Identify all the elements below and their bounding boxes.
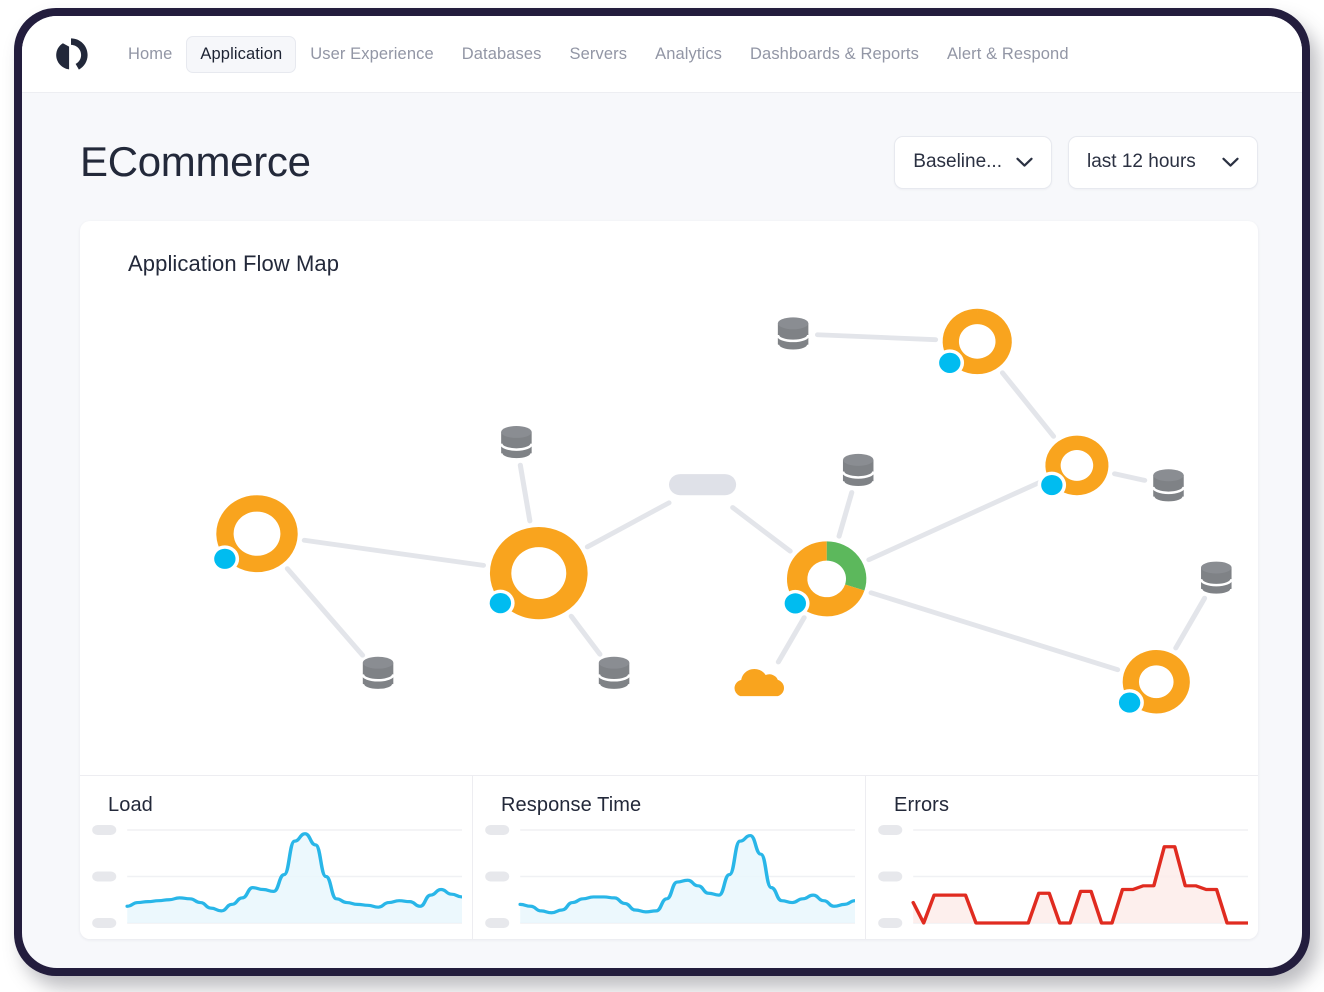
database-node-icon[interactable] — [499, 426, 533, 461]
nav-item-alert-respond[interactable]: Alert & Respond — [933, 36, 1083, 73]
database-cap — [1201, 561, 1232, 574]
metric-panel-errors: Errors — [865, 776, 1258, 939]
pill-node[interactable] — [669, 474, 737, 496]
chart-ytick-placeholder — [485, 918, 510, 928]
tier-node-health-badge-icon[interactable] — [214, 548, 236, 569]
chart-ytick-placeholder — [878, 825, 903, 835]
time-range-dropdown[interactable]: last 12 hours — [1068, 135, 1258, 189]
flow-map-link — [584, 500, 672, 550]
flow-map-graph — [210, 308, 1233, 717]
page-title: ECommerce — [80, 138, 311, 185]
tier-node-health-badge-icon[interactable] — [1041, 474, 1063, 496]
metric-panel-response-time: Response Time — [472, 776, 865, 939]
database-cap — [598, 656, 630, 669]
tier-node-segment — [825, 541, 867, 591]
flow-map-tier-node[interactable] — [1115, 650, 1190, 717]
nav-item-home[interactable]: Home — [114, 36, 186, 73]
device-screen: Home Application User Experience Databas… — [22, 16, 1302, 968]
metrics-strip: Load Response Time Errors — [80, 776, 1258, 939]
nav-item-list: Home Application User Experience Databas… — [114, 36, 1083, 73]
flow-map-link — [284, 566, 366, 658]
database-node-icon[interactable] — [1151, 469, 1186, 504]
chevron-down-icon — [1222, 157, 1239, 167]
flow-map-tier-node[interactable] — [210, 495, 298, 573]
flow-map-title: Application Flow Map — [128, 251, 340, 276]
time-range-dropdown-value: last 12 hours — [1087, 151, 1196, 172]
flow-map-link — [517, 462, 533, 524]
database-cap — [842, 453, 874, 466]
database-cap — [501, 426, 532, 438]
chevron-down-icon — [1016, 157, 1033, 167]
application-flow-map-card: Application Flow Map Load Response Time — [80, 221, 1258, 939]
flow-map-link-layer — [284, 332, 1208, 673]
appdynamics-arc-logo-icon[interactable] — [50, 34, 92, 76]
database-node-icon[interactable] — [841, 453, 875, 489]
tier-node-health-badge-icon[interactable] — [939, 352, 961, 373]
database-cap — [362, 656, 394, 669]
flow-map-tier-node[interactable] — [935, 308, 1012, 377]
tier-node-health-badge-icon[interactable] — [489, 593, 512, 614]
chart-ytick-placeholder — [485, 871, 510, 882]
page-header: ECommerce Baseline... last 12 hours — [22, 93, 1302, 203]
cloud-node-icon[interactable] — [734, 668, 784, 697]
cloud-shape — [734, 668, 784, 697]
tier-node-health-badge-icon[interactable] — [1118, 692, 1141, 713]
database-node-icon[interactable] — [776, 317, 810, 352]
metric-title-load: Load — [108, 794, 153, 816]
flow-map-link — [730, 505, 793, 554]
flow-map-link — [775, 615, 807, 665]
database-node-icon[interactable] — [597, 656, 631, 692]
flow-map-tier-node[interactable] — [1037, 435, 1109, 499]
flow-map-link — [868, 590, 1121, 673]
metric-panel-load: Load — [80, 776, 472, 939]
sparkline-response-time[interactable] — [483, 824, 857, 929]
metric-title-errors: Errors — [894, 794, 950, 816]
nav-item-dashboards-reports[interactable]: Dashboards & Reports — [736, 36, 933, 73]
flow-map-link — [1173, 595, 1208, 651]
chart-ytick-placeholder — [92, 825, 117, 835]
flow-map-link — [1112, 471, 1148, 483]
database-node-icon[interactable] — [361, 656, 395, 692]
pill-shape — [669, 474, 737, 496]
top-navigation-bar: Home Application User Experience Databas… — [22, 16, 1302, 93]
metric-title-response-time: Response Time — [501, 794, 642, 816]
database-node-icon[interactable] — [1199, 561, 1233, 597]
flow-map-canvas[interactable] — [80, 277, 1258, 775]
nav-item-analytics[interactable]: Analytics — [641, 36, 736, 73]
chart-ytick-placeholder — [878, 918, 903, 928]
nav-item-servers[interactable]: Servers — [556, 36, 642, 73]
flow-map-link — [568, 613, 603, 657]
database-cap — [777, 317, 809, 330]
flow-map-tier-node[interactable] — [486, 526, 588, 620]
sparkline-errors[interactable] — [876, 824, 1250, 929]
flow-map-tier-node[interactable] — [781, 541, 867, 617]
flow-map-link — [301, 537, 486, 568]
nav-item-application[interactable]: Application — [186, 36, 297, 73]
baseline-dropdown-value: Baseline... — [913, 151, 1002, 172]
database-cap — [1153, 469, 1184, 482]
flow-map-link — [814, 332, 939, 343]
tier-node-health-badge-icon[interactable] — [784, 593, 807, 614]
chart-ytick-placeholder — [485, 825, 510, 835]
nav-item-user-experience[interactable]: User Experience — [296, 36, 447, 73]
device-frame: Home Application User Experience Databas… — [14, 8, 1310, 976]
chart-ytick-placeholder — [878, 871, 903, 882]
header-controls: Baseline... last 12 hours — [894, 135, 1258, 189]
flow-map-link — [999, 370, 1057, 439]
chart-area-fill — [127, 833, 462, 923]
baseline-dropdown[interactable]: Baseline... — [894, 135, 1052, 189]
chart-ytick-placeholder — [92, 871, 117, 882]
flow-map-link — [836, 490, 855, 539]
chart-ytick-placeholder — [92, 918, 117, 928]
flow-map-link — [866, 478, 1045, 563]
nav-item-databases[interactable]: Databases — [448, 36, 556, 73]
sparkline-load[interactable] — [90, 824, 464, 929]
